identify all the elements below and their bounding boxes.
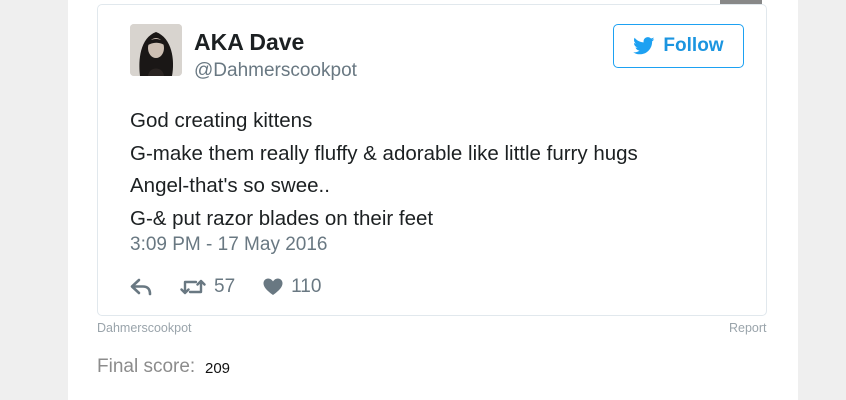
final-score-label: Final score:	[97, 356, 196, 377]
tweet-line: God creating kittens	[130, 109, 313, 132]
follow-label: Follow	[663, 35, 724, 56]
like-button[interactable]: 110	[263, 276, 321, 298]
tweet-line: Angel-that's so swee..	[130, 174, 330, 197]
reply-icon	[130, 278, 152, 296]
reply-button[interactable]	[130, 278, 152, 296]
final-score-value: 209	[205, 360, 231, 377]
author-handle[interactable]: @Dahmerscookpot	[194, 60, 357, 82]
tweet-text: God creating kittens G-make them really …	[130, 105, 638, 235]
avatar[interactable]	[130, 24, 182, 76]
report-link[interactable]: Report	[729, 321, 767, 335]
retweet-button[interactable]: 57	[180, 276, 235, 298]
embed-source[interactable]: Dahmerscookpot	[97, 321, 192, 335]
tweet-timestamp[interactable]: 3:09 PM - 17 May 2016	[130, 234, 328, 256]
heart-icon	[263, 278, 283, 295]
retweet-icon	[180, 279, 206, 295]
author-name[interactable]: AKA Dave	[194, 29, 304, 56]
avatar-image	[130, 24, 182, 76]
tweet-line: G-make them really fluffy & adorable lik…	[130, 141, 638, 165]
twitter-bird-icon	[633, 37, 655, 55]
tweet-line: G-& put razor blades on their feet	[130, 206, 434, 230]
retweet-count: 57	[214, 276, 236, 297]
like-count: 110	[291, 276, 322, 297]
tweet-card: AKA Dave @Dahmerscookpot Follow God crea…	[97, 4, 767, 316]
follow-button[interactable]: Follow	[613, 24, 744, 68]
tweet-actions: 57 110	[130, 275, 321, 299]
